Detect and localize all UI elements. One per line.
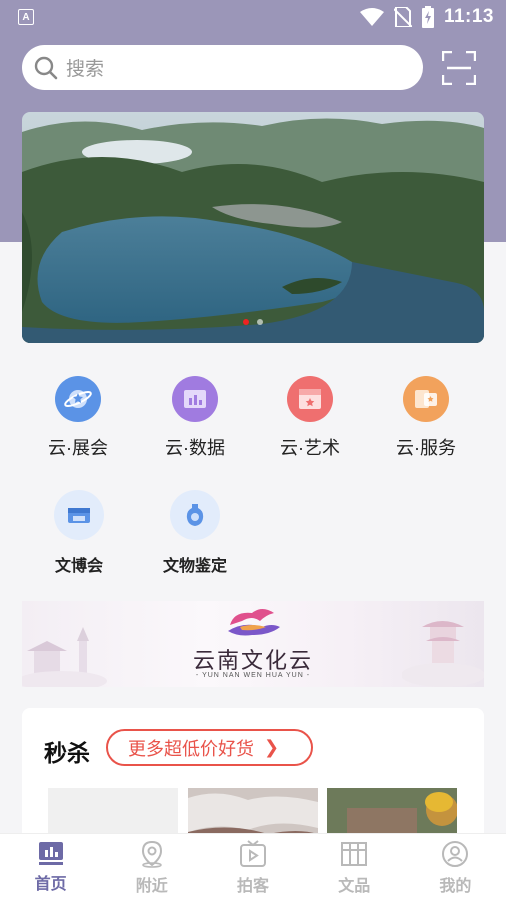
promo-banner[interactable]: 云南文化云 - YUN NAN WEN HUA YUN - bbox=[22, 601, 484, 687]
tab-label: 附近 bbox=[135, 878, 168, 895]
video-play-icon bbox=[240, 840, 266, 867]
carousel-dot[interactable] bbox=[257, 319, 263, 325]
tab-goods[interactable]: 文品 bbox=[304, 834, 405, 900]
search-placeholder: 搜索 bbox=[66, 59, 105, 80]
grid-item-label: 文物鉴定 bbox=[162, 558, 227, 575]
status-bar: A 11:13 bbox=[0, 0, 506, 34]
home-chart-icon bbox=[38, 842, 63, 865]
search-input[interactable]: 搜索 bbox=[22, 45, 423, 90]
flash-sale-card: 秒杀 更多超低价好货 ❯ bbox=[22, 708, 484, 848]
scan-icon[interactable] bbox=[442, 51, 476, 85]
grid-item-label: 云·数据 bbox=[165, 438, 225, 458]
grid-item-label: 文博会 bbox=[54, 558, 103, 575]
tab-label: 首页 bbox=[34, 876, 67, 893]
grid-item-label: 云·艺术 bbox=[280, 438, 340, 458]
shop-icon bbox=[341, 842, 368, 866]
search-icon bbox=[34, 56, 58, 79]
grid-item-cloud-service[interactable]: 云·服务 bbox=[371, 376, 481, 460]
tab-clips[interactable]: 拍客 bbox=[202, 834, 303, 900]
cloud-logo bbox=[228, 609, 280, 636]
carousel-dots bbox=[22, 319, 484, 325]
notification-indicator: A bbox=[18, 9, 34, 25]
bar-chart-icon bbox=[172, 376, 218, 422]
no-sim-icon bbox=[393, 7, 412, 27]
location-pin-icon bbox=[141, 840, 162, 868]
grid-item-cloud-art[interactable]: 云·艺术 bbox=[255, 376, 365, 460]
user-icon bbox=[442, 841, 469, 867]
grid-item-relic-appraisal[interactable]: 文物鉴定 bbox=[140, 490, 250, 576]
promo-title: 云南文化云 bbox=[192, 649, 313, 674]
tab-home[interactable]: 首页 bbox=[0, 834, 101, 900]
grid-item-label: 云·服务 bbox=[396, 438, 456, 458]
battery-charging-icon bbox=[421, 6, 434, 28]
tab-label: 拍客 bbox=[237, 878, 270, 895]
banner-carousel[interactable] bbox=[22, 112, 484, 343]
flash-sale-title: 秒杀 bbox=[44, 740, 90, 766]
more-deals-button[interactable]: 更多超低价好货 ❯ bbox=[106, 729, 313, 766]
promo-subtitle: - YUN NAN WEN HUA YUN - bbox=[195, 672, 311, 679]
more-deals-label: 更多超低价好货 bbox=[128, 738, 254, 759]
tab-me[interactable]: 我的 bbox=[405, 834, 506, 900]
grid-item-cultural-expo[interactable]: 文博会 bbox=[24, 490, 134, 576]
chevron-right-icon: ❯ bbox=[264, 737, 280, 757]
clock: 11:13 bbox=[443, 6, 494, 27]
carousel-dot-active[interactable] bbox=[243, 319, 249, 325]
tab-label: 文品 bbox=[338, 878, 371, 895]
grid-item-cloud-data[interactable]: 云·数据 bbox=[140, 376, 250, 460]
art-board-icon bbox=[287, 376, 333, 422]
tab-nearby[interactable]: 附近 bbox=[101, 834, 202, 900]
expo-hall-icon bbox=[54, 490, 104, 540]
lake-landscape-image bbox=[22, 112, 484, 343]
service-card-icon bbox=[403, 376, 449, 422]
bottom-tab-bar: 首页 附近 拍客 文品 我的 bbox=[0, 833, 506, 900]
wifi-icon bbox=[359, 8, 384, 26]
planet-icon bbox=[55, 376, 101, 422]
vase-icon bbox=[170, 490, 220, 540]
grid-item-cloud-expo[interactable]: 云·展会 bbox=[23, 376, 133, 460]
grid-item-label: 云·展会 bbox=[48, 438, 108, 458]
tab-label: 我的 bbox=[439, 878, 472, 895]
